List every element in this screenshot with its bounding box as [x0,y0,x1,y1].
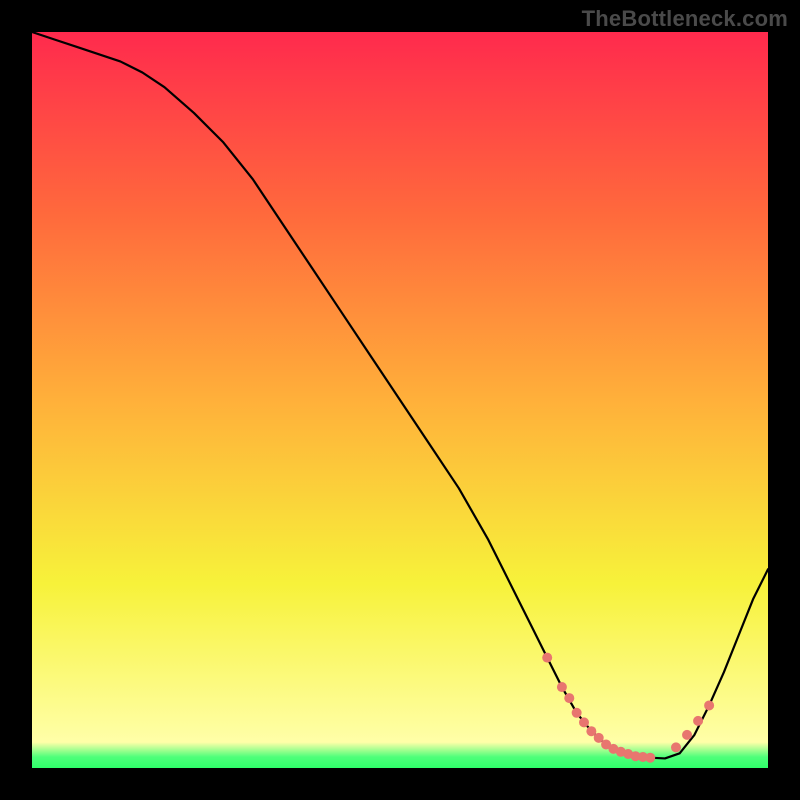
marker-dot [671,742,681,752]
marker-dot [542,653,552,663]
marker-dot [645,753,655,763]
marker-dot [682,730,692,740]
marker-dot [564,693,574,703]
watermark-text: TheBottleneck.com [582,6,788,32]
marker-dot [693,716,703,726]
marker-dot [557,682,567,692]
chart-frame: TheBottleneck.com [0,0,800,800]
chart-svg [32,32,768,768]
plot-area [32,32,768,768]
marker-dot [572,708,582,718]
marker-dot [704,700,714,710]
marker-dot [579,717,589,727]
